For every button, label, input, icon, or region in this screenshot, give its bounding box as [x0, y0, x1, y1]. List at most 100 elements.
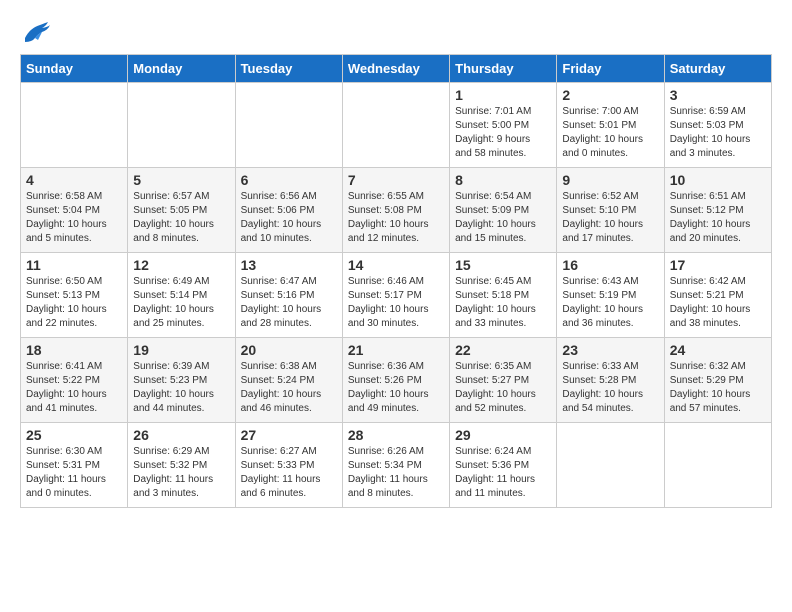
- week-row-3: 11 Sunrise: 6:50 AM Sunset: 5:13 PM Dayli…: [21, 253, 772, 338]
- day-info: Sunrise: 6:39 AM Sunset: 5:23 PM Dayligh…: [133, 360, 229, 416]
- day-number: 25: [26, 427, 122, 443]
- table-cell: 3 Sunrise: 6:59 AM Sunset: 5:03 PM Daylig…: [664, 83, 771, 168]
- day-info: Sunrise: 6:43 AM Sunset: 5:19 PM Dayligh…: [562, 275, 658, 331]
- table-cell: 7 Sunrise: 6:55 AM Sunset: 5:08 PM Daylig…: [342, 168, 449, 253]
- day-info: Sunrise: 6:54 AM Sunset: 5:09 PM Dayligh…: [455, 190, 551, 246]
- day-info: Sunrise: 6:59 AM Sunset: 5:03 PM Dayligh…: [670, 105, 766, 161]
- day-number: 21: [348, 342, 444, 358]
- day-number: 24: [670, 342, 766, 358]
- table-cell: 9 Sunrise: 6:52 AM Sunset: 5:10 PM Daylig…: [557, 168, 664, 253]
- day-number: 23: [562, 342, 658, 358]
- table-cell: 13 Sunrise: 6:47 AM Sunset: 5:16 PM Dayli…: [235, 253, 342, 338]
- day-number: 13: [241, 257, 337, 273]
- day-info: Sunrise: 6:29 AM Sunset: 5:32 PM Dayligh…: [133, 445, 229, 501]
- day-number: 18: [26, 342, 122, 358]
- table-cell: [664, 423, 771, 508]
- table-cell: [342, 83, 449, 168]
- header-friday: Friday: [557, 55, 664, 83]
- day-info: Sunrise: 6:51 AM Sunset: 5:12 PM Dayligh…: [670, 190, 766, 246]
- table-cell: 28Sunrise: 6:26 AM Sunset: 5:34 PM Dayli…: [342, 423, 449, 508]
- table-cell: [21, 83, 128, 168]
- day-number: 1: [455, 87, 551, 103]
- table-cell: 17Sunrise: 6:42 AM Sunset: 5:21 PM Dayli…: [664, 253, 771, 338]
- table-cell: 12 Sunrise: 6:49 AM Sunset: 5:14 PM Dayli…: [128, 253, 235, 338]
- table-cell: 10 Sunrise: 6:51 AM Sunset: 5:12 PM Dayli…: [664, 168, 771, 253]
- table-cell: [235, 83, 342, 168]
- day-info: Sunrise: 6:58 AM Sunset: 5:04 PM Dayligh…: [26, 190, 122, 246]
- header-sunday: Sunday: [21, 55, 128, 83]
- header-thursday: Thursday: [450, 55, 557, 83]
- day-number: 19: [133, 342, 229, 358]
- table-cell: 11 Sunrise: 6:50 AM Sunset: 5:13 PM Dayli…: [21, 253, 128, 338]
- day-number: 3: [670, 87, 766, 103]
- week-row-4: 18 Sunrise: 6:41 AM Sunset: 5:22 PM Dayli…: [21, 338, 772, 423]
- table-cell: 14 Sunrise: 6:46 AM Sunset: 5:17 PM Dayli…: [342, 253, 449, 338]
- day-info: Sunrise: 6:50 AM Sunset: 5:13 PM Dayligh…: [26, 275, 122, 331]
- day-info: Sunrise: 6:27 AM Sunset: 5:33 PM Dayligh…: [241, 445, 337, 501]
- day-number: 7: [348, 172, 444, 188]
- logo: [20, 20, 54, 44]
- calendar-table: SundayMondayTuesdayWednesdayThursdayFrid…: [20, 54, 772, 508]
- day-number: 4: [26, 172, 122, 188]
- table-cell: 2 Sunrise: 7:00 AM Sunset: 5:01 PM Daylig…: [557, 83, 664, 168]
- day-info: Sunrise: 6:49 AM Sunset: 5:14 PM Dayligh…: [133, 275, 229, 331]
- table-cell: 23 Sunrise: 6:33 AM Sunset: 5:28 PM Dayli…: [557, 338, 664, 423]
- header-wednesday: Wednesday: [342, 55, 449, 83]
- table-cell: 8 Sunrise: 6:54 AM Sunset: 5:09 PM Daylig…: [450, 168, 557, 253]
- day-info: Sunrise: 6:41 AM Sunset: 5:22 PM Dayligh…: [26, 360, 122, 416]
- day-number: 11: [26, 257, 122, 273]
- week-row-2: 4 Sunrise: 6:58 AM Sunset: 5:04 PM Daylig…: [21, 168, 772, 253]
- day-number: 2: [562, 87, 658, 103]
- day-number: 12: [133, 257, 229, 273]
- table-cell: 26 Sunrise: 6:29 AM Sunset: 5:32 PM Dayli…: [128, 423, 235, 508]
- table-cell: 6Sunrise: 6:56 AM Sunset: 5:06 PM Daylig…: [235, 168, 342, 253]
- week-row-5: 25 Sunrise: 6:30 AM Sunset: 5:31 PM Dayli…: [21, 423, 772, 508]
- table-cell: 29 Sunrise: 6:24 AM Sunset: 5:36 PM Dayli…: [450, 423, 557, 508]
- day-number: 28: [348, 427, 444, 443]
- table-cell: 5Sunrise: 6:57 AM Sunset: 5:05 PM Daylig…: [128, 168, 235, 253]
- day-info: Sunrise: 7:01 AM Sunset: 5:00 PM Dayligh…: [455, 105, 551, 161]
- table-cell: 16 Sunrise: 6:43 AM Sunset: 5:19 PM Dayli…: [557, 253, 664, 338]
- table-cell: 18 Sunrise: 6:41 AM Sunset: 5:22 PM Dayli…: [21, 338, 128, 423]
- table-cell: 24 Sunrise: 6:32 AM Sunset: 5:29 PM Dayli…: [664, 338, 771, 423]
- day-number: 20: [241, 342, 337, 358]
- day-number: 15: [455, 257, 551, 273]
- day-number: 5: [133, 172, 229, 188]
- day-info: Sunrise: 6:24 AM Sunset: 5:36 PM Dayligh…: [455, 445, 551, 501]
- header-saturday: Saturday: [664, 55, 771, 83]
- calendar-header-row: SundayMondayTuesdayWednesdayThursdayFrid…: [21, 55, 772, 83]
- day-info: Sunrise: 6:33 AM Sunset: 5:28 PM Dayligh…: [562, 360, 658, 416]
- day-info: Sunrise: 6:46 AM Sunset: 5:17 PM Dayligh…: [348, 275, 444, 331]
- logo-bird-icon: [20, 20, 50, 44]
- table-cell: 15 Sunrise: 6:45 AM Sunset: 5:18 PM Dayli…: [450, 253, 557, 338]
- day-number: 9: [562, 172, 658, 188]
- day-number: 16: [562, 257, 658, 273]
- day-number: 29: [455, 427, 551, 443]
- day-info: Sunrise: 6:38 AM Sunset: 5:24 PM Dayligh…: [241, 360, 337, 416]
- day-number: 14: [348, 257, 444, 273]
- day-info: Sunrise: 6:52 AM Sunset: 5:10 PM Dayligh…: [562, 190, 658, 246]
- day-number: 26: [133, 427, 229, 443]
- day-info: Sunrise: 6:55 AM Sunset: 5:08 PM Dayligh…: [348, 190, 444, 246]
- day-number: 10: [670, 172, 766, 188]
- header-tuesday: Tuesday: [235, 55, 342, 83]
- day-number: 8: [455, 172, 551, 188]
- table-cell: 27 Sunrise: 6:27 AM Sunset: 5:33 PM Dayli…: [235, 423, 342, 508]
- table-cell: 25 Sunrise: 6:30 AM Sunset: 5:31 PM Dayli…: [21, 423, 128, 508]
- table-cell: 20 Sunrise: 6:38 AM Sunset: 5:24 PM Dayli…: [235, 338, 342, 423]
- day-number: 17: [670, 257, 766, 273]
- day-info: Sunrise: 6:30 AM Sunset: 5:31 PM Dayligh…: [26, 445, 122, 501]
- day-info: Sunrise: 6:45 AM Sunset: 5:18 PM Dayligh…: [455, 275, 551, 331]
- table-cell: 21 Sunrise: 6:36 AM Sunset: 5:26 PM Dayli…: [342, 338, 449, 423]
- day-info: Sunrise: 6:56 AM Sunset: 5:06 PM Dayligh…: [241, 190, 337, 246]
- table-cell: 1 Sunrise: 7:01 AM Sunset: 5:00 PM Daylig…: [450, 83, 557, 168]
- table-cell: 4 Sunrise: 6:58 AM Sunset: 5:04 PM Daylig…: [21, 168, 128, 253]
- day-info: Sunrise: 6:32 AM Sunset: 5:29 PM Dayligh…: [670, 360, 766, 416]
- table-cell: [557, 423, 664, 508]
- day-number: 22: [455, 342, 551, 358]
- day-info: Sunrise: 7:00 AM Sunset: 5:01 PM Dayligh…: [562, 105, 658, 161]
- day-info: Sunrise: 6:36 AM Sunset: 5:26 PM Dayligh…: [348, 360, 444, 416]
- day-number: 27: [241, 427, 337, 443]
- day-info: Sunrise: 6:47 AM Sunset: 5:16 PM Dayligh…: [241, 275, 337, 331]
- table-cell: 19 Sunrise: 6:39 AM Sunset: 5:23 PM Dayli…: [128, 338, 235, 423]
